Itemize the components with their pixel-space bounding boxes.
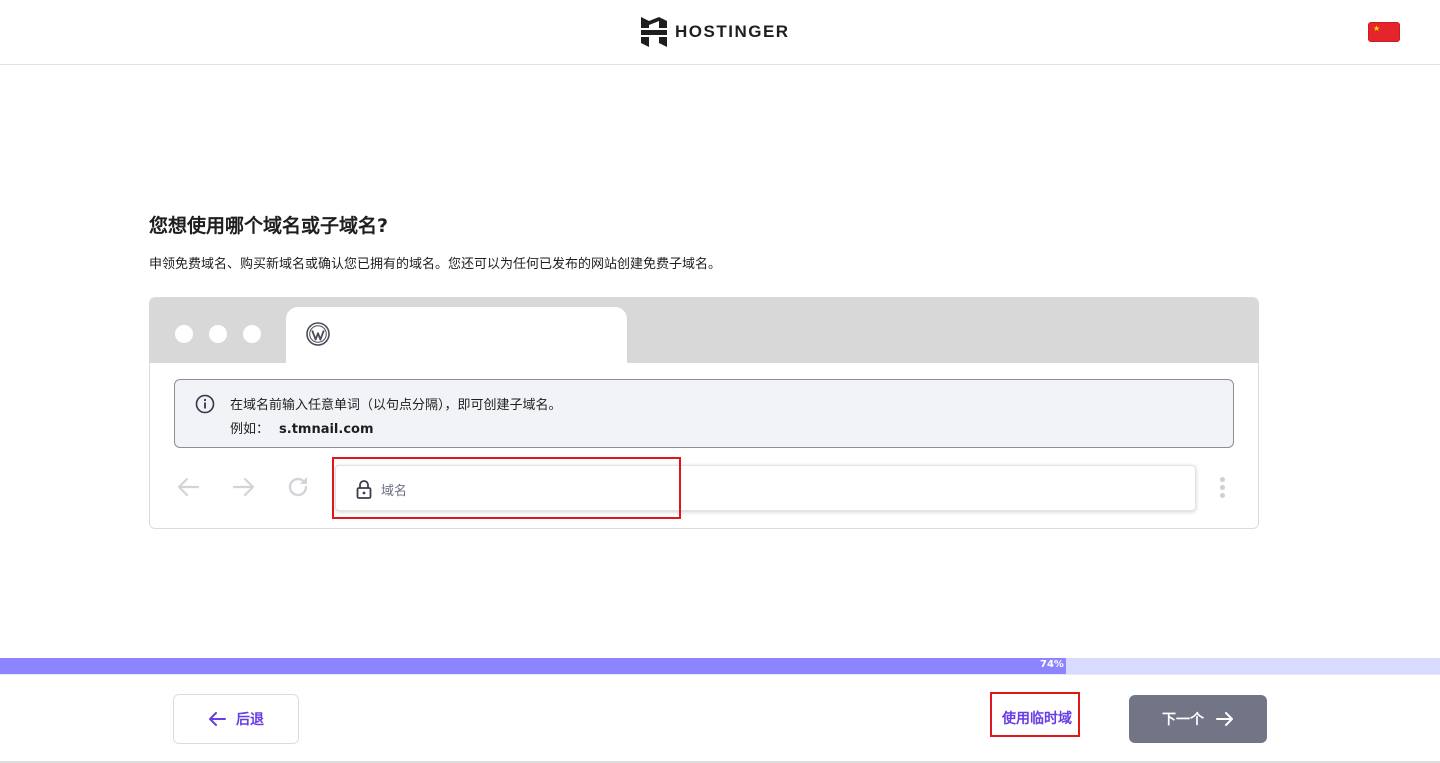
temp-domain-highlight-box: [990, 692, 1080, 737]
china-flag-icon[interactable]: ★: [1368, 22, 1400, 42]
next-button-label: 下一个: [1162, 709, 1204, 729]
window-dot: [243, 325, 261, 343]
info-example: 例如： s.tmnail.com: [230, 418, 374, 437]
flag-star-icon: ★: [1373, 24, 1380, 33]
example-label: 例如：: [230, 422, 269, 437]
example-value: s.tmnail.com: [279, 422, 374, 437]
progress-fill: [0, 658, 1066, 674]
window-dot: [209, 325, 227, 343]
arrow-right-icon: [1216, 712, 1234, 726]
info-text: 在域名前输入任意单词（以句点分隔），即可创建子域名。: [230, 394, 562, 413]
url-highlight-box: [332, 457, 681, 519]
footer-divider: [0, 674, 1440, 675]
info-icon: [195, 394, 215, 414]
progress-label: 74%: [1040, 659, 1064, 670]
forward-arrow-icon: [230, 473, 258, 501]
browser-mockup: 在域名前输入任意单词（以句点分隔），即可创建子域名。 例如： s.tmnail.c…: [149, 297, 1259, 529]
page-subtitle: 申领免费域名、购买新域名或确认您已拥有的域名。您还可以为任何已发布的网站创建免费…: [149, 253, 721, 272]
arrow-left-icon: [208, 712, 226, 726]
hostinger-h-logo-icon: [641, 17, 667, 47]
back-arrow-icon: [174, 473, 202, 501]
browser-tab: [286, 307, 627, 363]
browser-tabbar: [150, 298, 1258, 363]
subdomain-info-box: 在域名前输入任意单词（以句点分隔），即可创建子域名。 例如： s.tmnail.c…: [174, 379, 1234, 448]
back-button-label: 后退: [236, 709, 264, 729]
back-button[interactable]: 后退: [173, 694, 299, 744]
browser-menu-icon: [1220, 477, 1226, 499]
brand-name: HOSTINGER: [675, 22, 790, 42]
next-button[interactable]: 下一个: [1129, 695, 1267, 743]
progress-bar: 74%: [0, 658, 1440, 674]
page-title: 您想使用哪个域名或子域名?: [149, 211, 388, 238]
reload-icon: [284, 473, 312, 501]
window-dot: [175, 325, 193, 343]
wordpress-icon: [306, 322, 330, 346]
hostinger-logo[interactable]: HOSTINGER: [641, 17, 790, 47]
top-header: HOSTINGER ★: [0, 0, 1440, 65]
